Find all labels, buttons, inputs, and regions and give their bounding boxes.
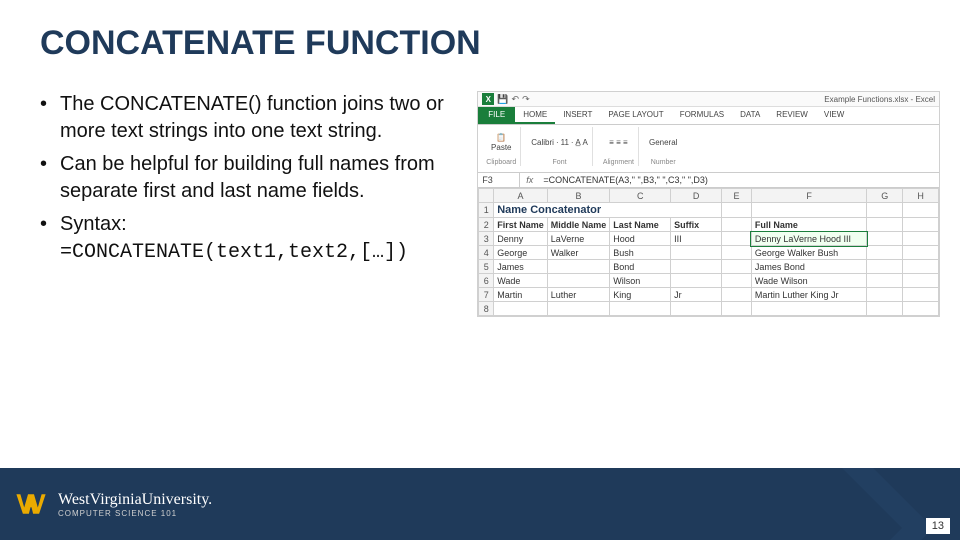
- excel-screenshot: X 💾 ↶ ↷ Example Functions.xlsx - Excel F…: [477, 91, 940, 317]
- group-font: Calibri · 11 · A̲ A Font: [527, 127, 593, 166]
- paste-icon: 📋: [496, 133, 506, 142]
- formula-text: =CONCATENATE(A3," ",B3," ",C3," ",D3): [539, 173, 939, 187]
- undo-icon: ↶: [512, 94, 520, 105]
- wvu-logo-icon: [14, 490, 48, 518]
- hdr-middlename: Middle Name: [547, 218, 610, 232]
- number-format: General: [649, 138, 677, 147]
- font-label: Font: [553, 159, 567, 166]
- row-8-blank: 8: [479, 302, 939, 316]
- tab-file: FILE: [478, 107, 515, 124]
- tab-home: HOME: [515, 107, 555, 124]
- col-D: D: [671, 189, 722, 203]
- slide-title: CONCATENATE FUNCTION: [0, 0, 960, 63]
- chevron-decoration: [707, 468, 933, 540]
- paste-label: Paste: [491, 143, 511, 152]
- row-1: 1 Name Concatenator: [479, 203, 939, 218]
- bullet-1: The CONCATENATE() function joins two or …: [40, 91, 463, 145]
- col-G: G: [867, 189, 903, 203]
- formula-bar: F3 fx =CONCATENATE(A3," ",B3," ",C3," ",…: [478, 173, 939, 188]
- syntax-code: =CONCATENATE(text1,text2,[…]): [60, 241, 408, 264]
- tab-pagelayout: PAGE LAYOUT: [600, 107, 671, 124]
- tab-insert: INSERT: [555, 107, 600, 124]
- redo-icon: ↷: [522, 94, 530, 105]
- tab-view: VIEW: [816, 107, 852, 124]
- col-H: H: [903, 189, 939, 203]
- tab-data: DATA: [732, 107, 768, 124]
- font-name: Calibri: [531, 138, 554, 147]
- align-icon: ≡ ≡ ≡: [609, 138, 627, 147]
- col-A: A: [494, 189, 548, 203]
- active-cell-F3: Denny LaVerne Hood III: [751, 232, 866, 246]
- name-box: F3: [478, 173, 520, 187]
- sheet-title: Name Concatenator: [494, 203, 722, 218]
- bullet-list: The CONCATENATE() function joins two or …: [40, 91, 463, 317]
- hdr-suffix: Suffix: [671, 218, 722, 232]
- col-C: C: [610, 189, 671, 203]
- clipboard-label: Clipboard: [486, 159, 516, 166]
- col-corner: [479, 189, 494, 203]
- bullet-3: Syntax: =CONCATENATE(text1,text2,[…]): [40, 211, 463, 266]
- hdr-lastname: Last Name: [610, 218, 671, 232]
- spreadsheet-grid: A B C D E F G H 1 Name Concatenator 2 Fi…: [478, 188, 939, 316]
- tab-review: REVIEW: [768, 107, 816, 124]
- alignment-label: Alignment: [603, 159, 634, 166]
- font-size: 11: [561, 138, 569, 147]
- number-label: Number: [651, 159, 676, 166]
- row-7: 7 Martin Luther King Jr Martin Luther Ki…: [479, 288, 939, 302]
- hdr-fullname: Full Name: [751, 218, 866, 232]
- fx-icon: fx: [520, 173, 539, 187]
- page-number: 13: [926, 518, 950, 534]
- row-5: 5 James Bond James Bond: [479, 260, 939, 274]
- wvu-branding: WestVirginiaUniversity. COMPUTER SCIENCE…: [14, 490, 212, 518]
- row-4: 4 George Walker Bush George Walker Bush: [479, 246, 939, 260]
- row-6: 6 Wade Wilson Wade Wilson: [479, 274, 939, 288]
- bullet-2: Can be helpful for building full names f…: [40, 151, 463, 205]
- col-B: B: [547, 189, 610, 203]
- department-name: COMPUTER SCIENCE 101: [58, 509, 212, 518]
- content-area: The CONCATENATE() function joins two or …: [0, 63, 960, 317]
- university-name: WestVirginiaUniversity.: [58, 491, 212, 509]
- ribbon: 📋Paste Clipboard Calibri · 11 · A̲ A Fon…: [478, 125, 939, 173]
- group-number: General Number: [645, 127, 681, 166]
- bullet-3-label: Syntax:: [60, 213, 127, 235]
- quick-access-toolbar: X 💾 ↶ ↷ Example Functions.xlsx - Excel: [478, 92, 939, 107]
- group-clipboard: 📋Paste Clipboard: [482, 127, 521, 166]
- group-alignment: ≡ ≡ ≡ Alignment: [599, 127, 639, 166]
- save-icon: 💾: [497, 94, 508, 105]
- hdr-firstname: First Name: [494, 218, 548, 232]
- tab-formulas: FORMULAS: [672, 107, 732, 124]
- window-title: Example Functions.xlsx - Excel: [824, 95, 935, 104]
- column-headers: A B C D E F G H: [479, 189, 939, 203]
- excel-icon: X: [482, 93, 494, 105]
- row-2-headers: 2 First Name Middle Name Last Name Suffi…: [479, 218, 939, 232]
- row-3: 3 Denny LaVerne Hood III Denny LaVerne H…: [479, 232, 939, 246]
- col-F: F: [751, 189, 866, 203]
- ribbon-tabs: FILE HOME INSERT PAGE LAYOUT FORMULAS DA…: [478, 107, 939, 125]
- col-E: E: [722, 189, 752, 203]
- footer: WestVirginiaUniversity. COMPUTER SCIENCE…: [0, 468, 960, 540]
